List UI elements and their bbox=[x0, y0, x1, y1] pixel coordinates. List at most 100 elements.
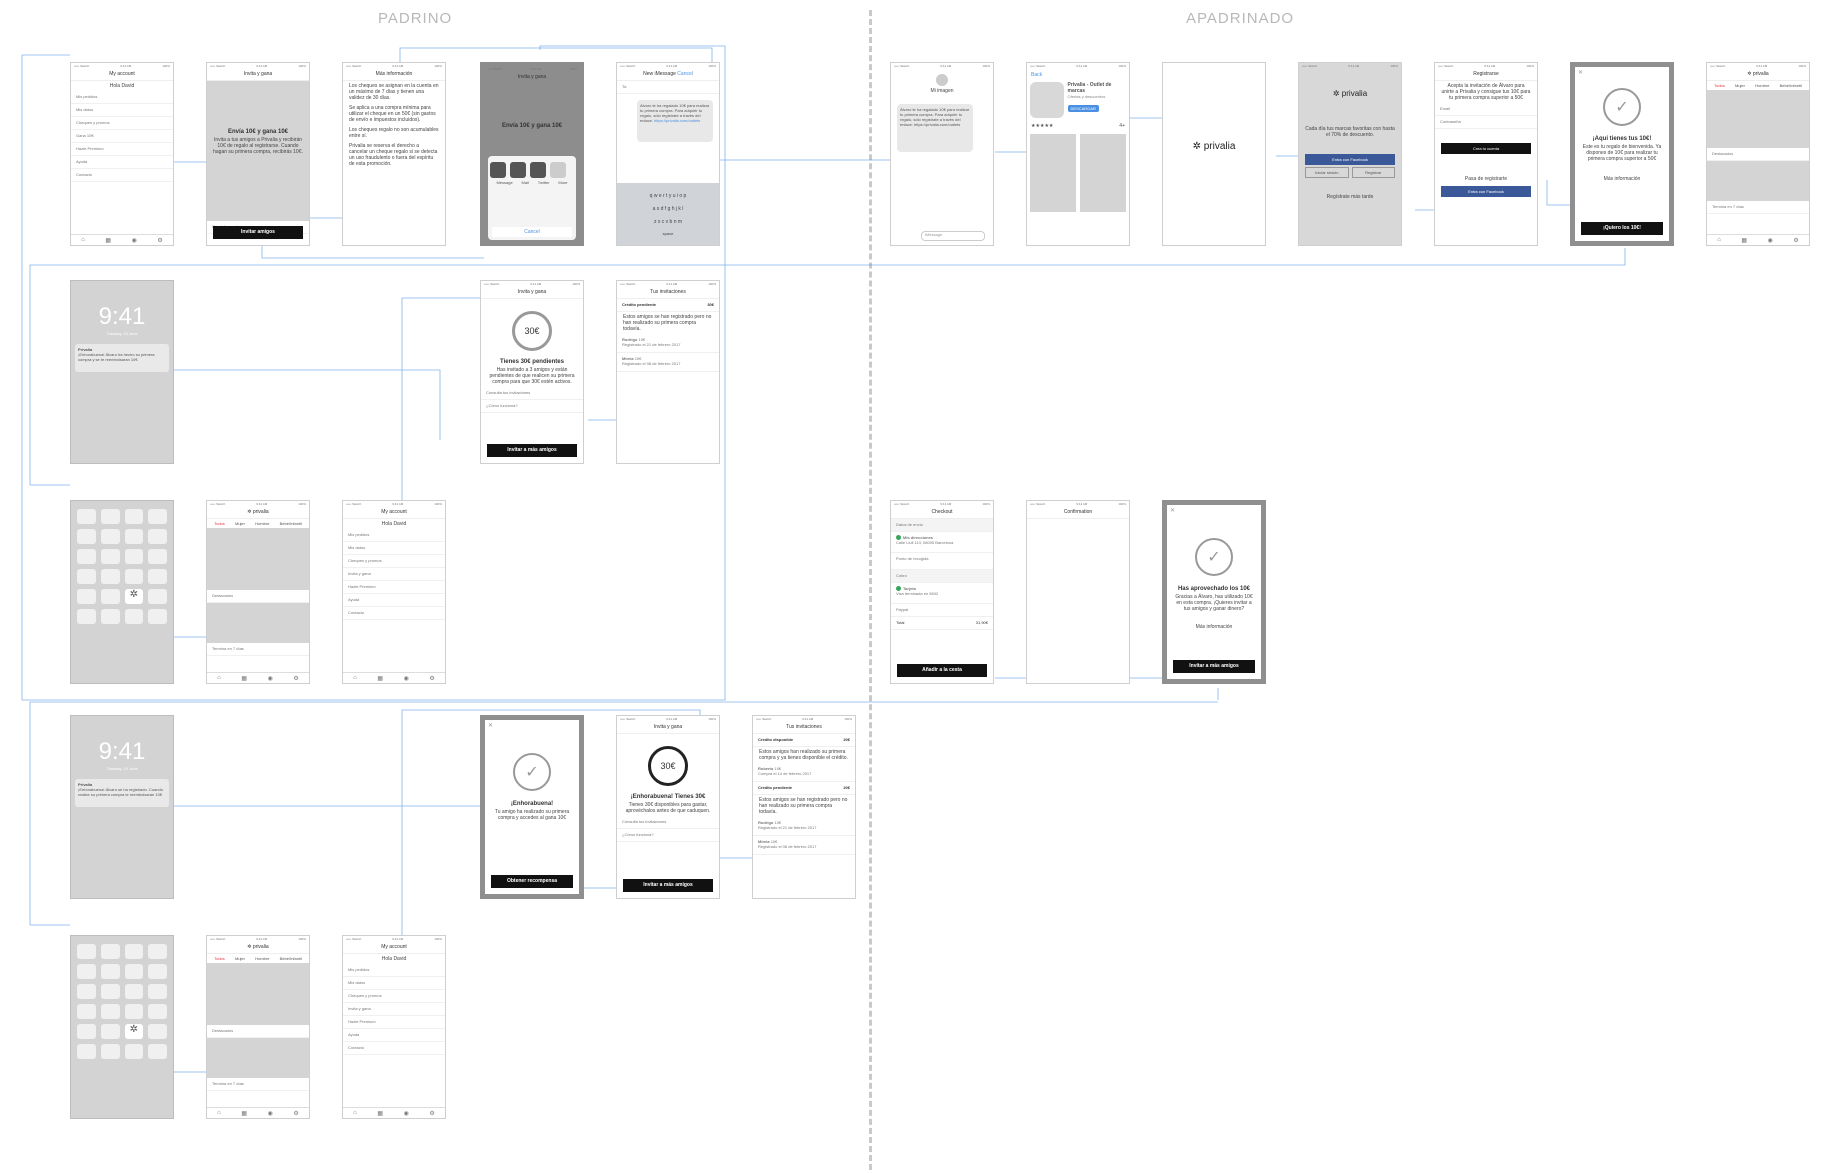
menu-item[interactable]: Ayuda bbox=[343, 1029, 445, 1042]
privalia-app-icon[interactable]: ✲ bbox=[124, 1024, 144, 1039]
claim-gift-button[interactable]: ¡Quiero los 10€! bbox=[1581, 222, 1663, 235]
tab-bar[interactable]: ⌂ ▦ ◉ ⚙ bbox=[343, 672, 445, 683]
category-tabs[interactable]: Todos Mujer Hombre Bebé/Infantil bbox=[207, 954, 309, 963]
hero-banner[interactable] bbox=[207, 528, 309, 590]
user-icon[interactable]: ◉ bbox=[404, 1110, 409, 1117]
keyboard-row[interactable]: z x c v b n m bbox=[617, 219, 719, 225]
menu-item[interactable]: Mis pedidos bbox=[343, 529, 445, 542]
grid-icon[interactable]: ▦ bbox=[377, 1110, 383, 1117]
menu-item[interactable]: Mis pedidos bbox=[343, 964, 445, 977]
menu-item[interactable]: Hazte Premium bbox=[343, 1016, 445, 1029]
menu-item[interactable]: Contacto bbox=[71, 169, 173, 182]
more-icon[interactable] bbox=[550, 162, 566, 178]
tab-bar[interactable]: ⌂ ▦ ◉ ⚙ bbox=[207, 672, 309, 683]
settings-icon[interactable]: ⚙ bbox=[1793, 237, 1798, 244]
twitter-icon[interactable] bbox=[530, 162, 546, 178]
settings-icon[interactable]: ⚙ bbox=[293, 1110, 298, 1117]
campaign-banner[interactable] bbox=[1707, 161, 1809, 201]
back-link[interactable]: Back bbox=[1027, 71, 1129, 79]
settings-icon[interactable]: ⚙ bbox=[429, 675, 434, 682]
message-link[interactable]: https://privalia.com/outlets bbox=[654, 118, 700, 123]
close-icon[interactable]: ✕ bbox=[1167, 505, 1261, 516]
menu-item-invite[interactable]: Invita y gana bbox=[343, 1003, 445, 1016]
space-key[interactable]: space bbox=[617, 231, 719, 236]
create-account-button[interactable]: Crea tu cuenta bbox=[1441, 143, 1531, 154]
menu-item[interactable]: Hazte Premium bbox=[71, 143, 173, 156]
category-tabs[interactable]: Todos Mujer Hombre Bebé/Infantil bbox=[207, 519, 309, 528]
tab-bar[interactable]: ⌂ ▦ ◉ ⚙ bbox=[71, 234, 173, 245]
menu-item[interactable]: Hazte Premium bbox=[343, 581, 445, 594]
invite-friends-button[interactable]: Invitar amigos bbox=[213, 226, 303, 239]
menu-item-gana[interactable]: Gana 10€ bbox=[71, 130, 173, 143]
keyboard[interactable]: q w e r t y u i o p a s d f g h j k l z … bbox=[617, 183, 719, 245]
grid-icon[interactable]: ▦ bbox=[105, 237, 111, 244]
home-icon[interactable]: ⌂ bbox=[353, 1110, 357, 1116]
invite-more-button[interactable]: Invitar a más amigos bbox=[1173, 660, 1255, 673]
close-icon[interactable]: ✕ bbox=[485, 720, 579, 731]
how-it-works-link[interactable]: ¿Cómo funciona? bbox=[481, 400, 583, 413]
invitations-link[interactable]: Consulta tus invitaciones bbox=[481, 387, 583, 400]
message-icon[interactable] bbox=[490, 162, 506, 178]
category-tabs[interactable]: Todos Mujer Hombre Bebé/Infantil bbox=[1707, 81, 1809, 90]
get-reward-button[interactable]: Obtener recompensa bbox=[491, 875, 573, 888]
user-icon[interactable]: ◉ bbox=[404, 675, 409, 682]
user-icon[interactable]: ◉ bbox=[268, 1110, 273, 1117]
campaign-banner[interactable] bbox=[207, 1038, 309, 1078]
home-icon[interactable]: ⌂ bbox=[217, 1110, 221, 1116]
grid-icon[interactable]: ▦ bbox=[241, 1110, 247, 1117]
message-cancel-button[interactable]: Cancel bbox=[677, 71, 693, 77]
keyboard-row[interactable]: q w e r t y u i o p bbox=[617, 193, 719, 199]
received-bubble[interactable]: Álvaro te ha regalado 10€ para realizar … bbox=[897, 104, 973, 152]
user-icon[interactable]: ◉ bbox=[268, 675, 273, 682]
home-icon[interactable]: ⌂ bbox=[81, 237, 85, 243]
grid-icon[interactable]: ▦ bbox=[241, 675, 247, 682]
campaign-banner[interactable] bbox=[207, 603, 309, 643]
facebook-button[interactable]: Entra con Facebook bbox=[1441, 186, 1531, 197]
home-icon[interactable]: ⌂ bbox=[1717, 237, 1721, 243]
menu-item[interactable]: Cheques y promos bbox=[343, 990, 445, 1003]
menu-item[interactable]: Mis pedidos bbox=[71, 91, 173, 104]
tab-bar[interactable]: ⌂ ▦ ◉ ⚙ bbox=[1707, 234, 1809, 245]
invite-more-button[interactable]: Invitar a más amigos bbox=[487, 444, 577, 457]
register-later-link[interactable]: Regístrate más tarde bbox=[1299, 192, 1401, 202]
push-notification[interactable]: Privalia ¡Enhorabuena! Álvaro ha hecho su… bbox=[75, 344, 169, 372]
settings-icon[interactable]: ⚙ bbox=[429, 1110, 434, 1117]
pickup-option[interactable]: Punto de recogida bbox=[891, 553, 993, 570]
close-icon[interactable]: ✕ bbox=[1575, 67, 1669, 78]
mail-icon[interactable] bbox=[510, 162, 526, 178]
password-field[interactable]: Contraseña bbox=[1435, 116, 1537, 129]
skip-register-link[interactable]: Pasa de registrarte bbox=[1435, 174, 1537, 184]
grid-icon[interactable]: ▦ bbox=[377, 675, 383, 682]
share-cancel-button[interactable]: Cancel bbox=[492, 227, 572, 237]
add-to-cart-button[interactable]: Añadir a la cesta bbox=[897, 664, 987, 677]
facebook-button[interactable]: Entra con Facebook bbox=[1305, 154, 1395, 165]
home-icon[interactable]: ⌂ bbox=[217, 675, 221, 681]
invitations-link[interactable]: Consulta tus invitaciones bbox=[617, 816, 719, 829]
menu-item[interactable]: Mis datos bbox=[71, 104, 173, 117]
login-button[interactable]: Iniciar sesión bbox=[1305, 167, 1349, 178]
tab-bar[interactable]: ⌂ ▦ ◉ ⚙ bbox=[343, 1107, 445, 1118]
menu-item-invite[interactable]: Invita y gana bbox=[343, 568, 445, 581]
tab-bar[interactable]: ⌂ ▦ ◉ ⚙ bbox=[207, 1107, 309, 1118]
message-to-field[interactable]: To: bbox=[617, 81, 719, 94]
address-option[interactable]: Mis direcciones Calle Llull 113, 08005 Ba… bbox=[891, 532, 993, 553]
card-option[interactable]: Tarjeta Visa terminada en 5602 bbox=[891, 583, 993, 604]
hero-banner[interactable] bbox=[1707, 90, 1809, 148]
user-icon[interactable]: ◉ bbox=[132, 237, 137, 244]
home-icon[interactable]: ⌂ bbox=[353, 675, 357, 681]
menu-item[interactable]: Ayuda bbox=[343, 594, 445, 607]
more-info-link[interactable]: Más información bbox=[1575, 174, 1669, 184]
more-info-link[interactable]: Más información bbox=[1167, 622, 1261, 632]
user-icon[interactable]: ◉ bbox=[1768, 237, 1773, 244]
push-notification[interactable]: Privalia ¡Enhorabuena! Álvaro se ha regis… bbox=[75, 779, 169, 807]
imessage-input[interactable]: iMessage bbox=[921, 231, 985, 241]
menu-item[interactable]: Contacto bbox=[343, 607, 445, 620]
menu-item[interactable]: Mis datos bbox=[343, 542, 445, 555]
menu-item[interactable]: Ayuda bbox=[71, 156, 173, 169]
grid-icon[interactable]: ▦ bbox=[1741, 237, 1747, 244]
privalia-app-icon[interactable]: ✲ bbox=[124, 589, 144, 604]
email-field[interactable]: Email bbox=[1435, 103, 1537, 116]
settings-icon[interactable]: ⚙ bbox=[157, 237, 162, 244]
menu-item[interactable]: Cheques y promos bbox=[71, 117, 173, 130]
settings-icon[interactable]: ⚙ bbox=[293, 675, 298, 682]
